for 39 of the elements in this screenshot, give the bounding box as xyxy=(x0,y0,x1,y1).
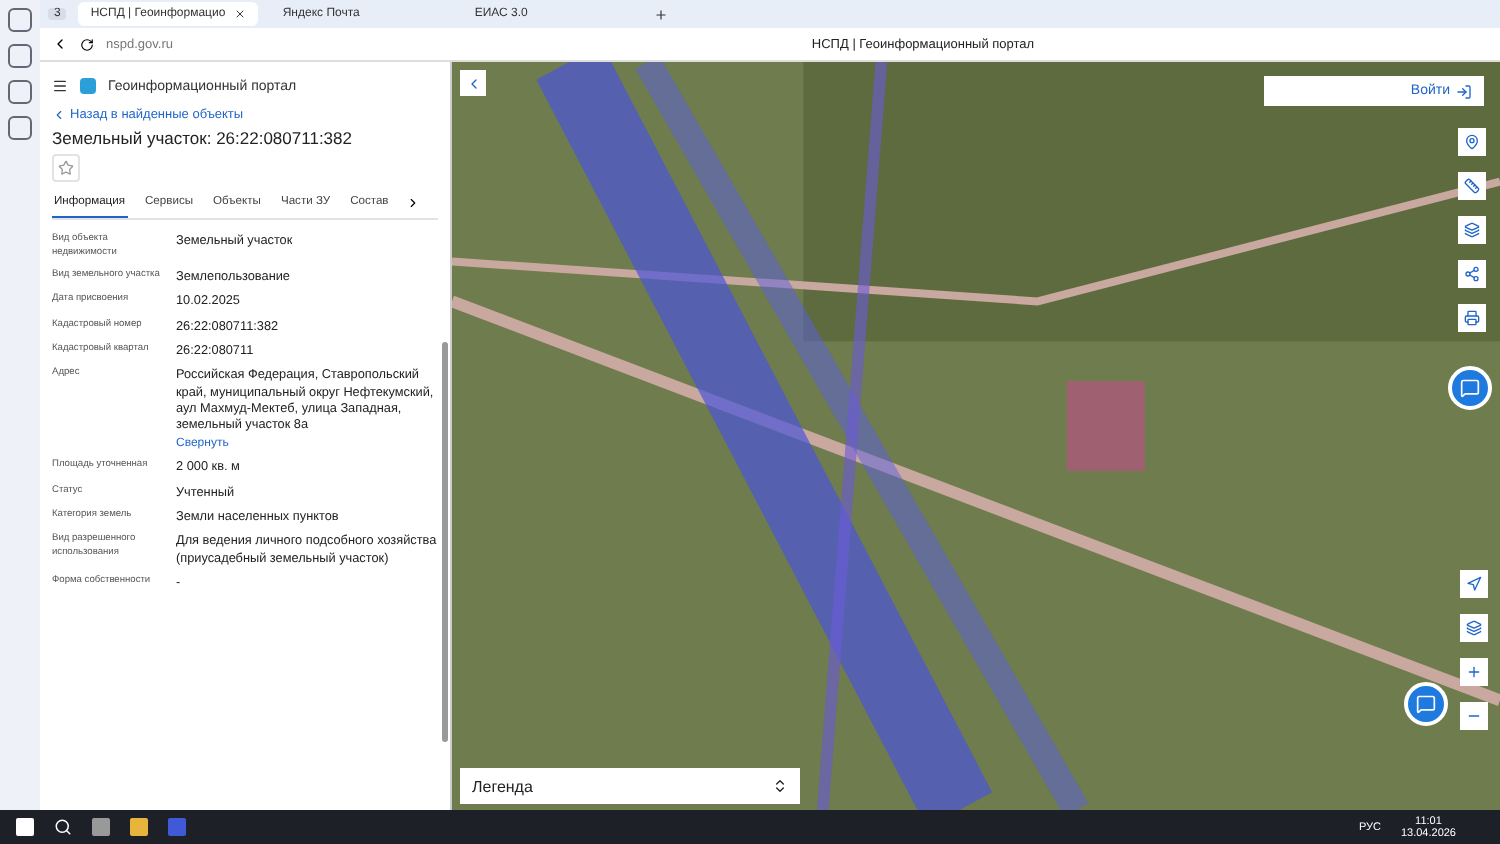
map-pin-icon xyxy=(1464,134,1480,150)
new-tab-icon[interactable] xyxy=(654,7,669,21)
ruler-icon xyxy=(1464,178,1480,194)
location-button[interactable] xyxy=(1458,128,1486,156)
chat-icon xyxy=(1416,694,1436,714)
printer-icon xyxy=(1464,310,1480,326)
navigation-arrow-icon xyxy=(1466,576,1482,592)
print-button[interactable] xyxy=(1458,304,1486,332)
menu-icon[interactable] xyxy=(52,78,68,94)
object-title: Земельный участок: 26:22:080711:382 xyxy=(52,128,354,148)
chevron-up-down-icon xyxy=(772,778,788,794)
chat-icon xyxy=(1460,378,1480,398)
sidebar-icon[interactable] xyxy=(8,44,32,68)
layers-button[interactable] xyxy=(1458,216,1486,244)
ruler-button[interactable] xyxy=(1458,172,1486,200)
sidebar-icon[interactable] xyxy=(8,116,32,140)
start-icon[interactable] xyxy=(16,818,34,836)
back-icon[interactable] xyxy=(52,36,68,52)
close-icon[interactable] xyxy=(234,8,247,20)
navigation-button[interactable] xyxy=(1460,570,1488,598)
zoom-out-button[interactable] xyxy=(1460,702,1488,730)
sidebar-icon[interactable] xyxy=(8,8,32,32)
sidebar-icon[interactable] xyxy=(8,80,32,104)
search-icon[interactable] xyxy=(54,818,72,836)
layers-button[interactable] xyxy=(1460,614,1488,642)
login-icon xyxy=(1456,83,1472,99)
layers-icon xyxy=(1466,620,1482,636)
legend-dropdown[interactable]: Легенда xyxy=(460,768,800,804)
scroll-right-icon[interactable] xyxy=(406,196,421,210)
plus-icon xyxy=(1466,664,1482,680)
share-icon xyxy=(1464,266,1480,282)
logo-icon xyxy=(80,78,96,94)
reload-icon[interactable] xyxy=(80,37,94,51)
zoom-in-button[interactable] xyxy=(1460,658,1488,686)
star-icon xyxy=(58,160,74,176)
chevron-left-icon xyxy=(52,108,66,122)
layers-icon xyxy=(1464,222,1480,238)
favorite-button[interactable] xyxy=(52,154,80,182)
share-button[interactable] xyxy=(1458,260,1486,288)
